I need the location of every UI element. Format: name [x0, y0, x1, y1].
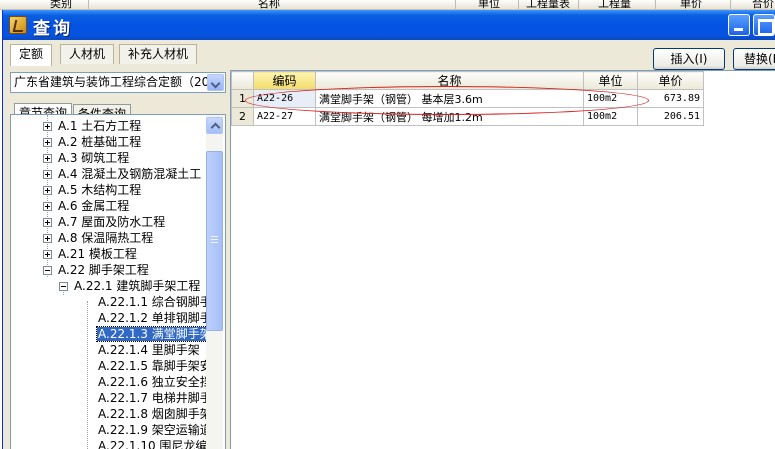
expand-icon[interactable] [43, 234, 52, 243]
tree-item-a22-1-1[interactable]: A.22.1.1 综合钢脚手 [97, 295, 213, 310]
scroll-up-icon[interactable] [206, 117, 223, 134]
tree-item-a8[interactable]: A.8 保温隔热工程 [43, 231, 154, 246]
bg-col-name: 名称 [258, 0, 280, 10]
scroll-thumb[interactable] [206, 151, 223, 331]
collapse-icon[interactable] [43, 266, 52, 275]
chevron-down-icon[interactable] [207, 74, 224, 91]
quota-grid: 编码 名称 单位 单价 1 A22-26 满堂脚手架（钢管） 基本层3.6m 1… [230, 70, 775, 449]
expand-icon[interactable] [43, 122, 52, 131]
tree-item-a22-1-4[interactable]: A.22.1.4 里脚手架 [97, 343, 201, 358]
bg-col-total: 合价 [752, 0, 774, 10]
cell-price[interactable]: 673.89 [637, 89, 704, 108]
cell-price[interactable]: 206.51 [637, 107, 704, 126]
cell-name[interactable]: 满堂脚手架（钢管） 每增加1.2m [315, 107, 584, 126]
quota-table: 编码 名称 单位 单价 1 A22-26 满堂脚手架（钢管） 基本层3.6m 1… [231, 71, 704, 126]
tree-item-a22-1-8[interactable]: A.22.1.8 烟囱脚手架 [97, 407, 213, 422]
collapse-icon[interactable] [59, 282, 68, 291]
tree-item-a21[interactable]: A.21 模板工程 [43, 247, 138, 262]
app-icon [9, 16, 27, 34]
tree-item-a22-1-5[interactable]: A.22.1.5 靠脚手架安 [97, 359, 213, 374]
tree-item-a2[interactable]: A.2 桩基础工程 [43, 135, 142, 150]
replace-button[interactable]: 替换(R [733, 48, 775, 70]
expand-icon[interactable] [43, 138, 52, 147]
expand-icon[interactable] [43, 154, 52, 163]
bg-col-qty-expr: 工程量表 [526, 0, 570, 10]
expand-icon[interactable] [43, 218, 52, 227]
tree-item-a5[interactable]: A.5 木结构工程 [43, 183, 142, 198]
bg-col-price: 单价 [680, 0, 702, 10]
query-dialog: 查询 定额 人材机 补充人材机 插入(I) 替换(R 广东省建筑与装饰工程综合定… [2, 10, 775, 449]
tree-scrollbar[interactable] [206, 115, 223, 449]
app-window: 类别 名称 单位 工程量表 工程量 单价 合价 查询 定额 人材机 补充人材机 … [0, 0, 775, 449]
bg-col-qty: 工程量 [598, 0, 631, 10]
tree-item-a22-1-9[interactable]: A.22.1.9 架空运输道 [97, 423, 213, 438]
row-number: 2 [231, 107, 254, 126]
tree-item-a22[interactable]: A.22 脚手架工程 [43, 263, 150, 278]
chapter-tree: A.1 土石方工程 A.2 桩基础工程 A.3 砌筑工程 A.4 混凝土及钢筋混… [10, 114, 226, 449]
tree-item-a22-1-10[interactable]: A.22.1.10 围尼龙编 [97, 439, 208, 449]
tab-labor-material-machine[interactable]: 人材机 [60, 44, 115, 64]
quota-library-value: 广东省建筑与装饰工程综合定额（2010 [14, 75, 225, 89]
title-bar[interactable]: 查询 [3, 10, 775, 40]
tree-item-a22-1-3[interactable]: A.22.1.3 满堂脚手架 [96, 326, 214, 342]
tree-item-a22-1-7[interactable]: A.22.1.7 电梯井脚手 [97, 391, 213, 406]
tab-supplementary-lmm[interactable]: 补充人材机 [119, 44, 198, 64]
quota-library-select[interactable]: 广东省建筑与装饰工程综合定额（2010 [10, 72, 226, 93]
table-row[interactable]: 1 A22-26 满堂脚手架（钢管） 基本层3.6m 100m2 673.89 [231, 89, 704, 108]
cell-code[interactable]: A22-26 [253, 89, 316, 108]
background-table-header: 类别 名称 单位 工程量表 工程量 单价 合价 [0, 0, 775, 10]
minimize-button[interactable] [728, 14, 750, 36]
tab-quota[interactable]: 定额 [10, 44, 53, 66]
cell-unit[interactable]: 100m2 [583, 107, 638, 126]
expand-icon[interactable] [43, 250, 52, 259]
table-row[interactable]: 2 A22-27 满堂脚手架（钢管） 每增加1.2m 100m2 206.51 [231, 107, 704, 126]
expand-icon[interactable] [43, 186, 52, 195]
cell-name[interactable]: 满堂脚手架（钢管） 基本层3.6m [315, 89, 584, 108]
tree-item-a6[interactable]: A.6 金属工程 [43, 199, 130, 214]
maximize-button[interactable] [753, 14, 775, 36]
expand-icon[interactable] [43, 202, 52, 211]
col-header-unit[interactable]: 单位 [583, 71, 638, 90]
expand-icon[interactable] [43, 170, 52, 179]
bg-col-category: 类别 [50, 0, 72, 10]
cell-unit[interactable]: 100m2 [583, 89, 638, 108]
bg-col-unit: 单位 [478, 0, 500, 10]
table-header-row: 编码 名称 单位 单价 [231, 71, 704, 90]
dialog-title: 查询 [33, 19, 73, 39]
tree-item-a3[interactable]: A.3 砌筑工程 [43, 151, 130, 166]
tree-item-a22-1-6[interactable]: A.22.1.6 独立安全挡 [97, 375, 213, 390]
col-header-code[interactable]: 编码 [253, 71, 316, 90]
insert-button[interactable]: 插入(I) [653, 48, 725, 70]
tree-item-a22-1-2[interactable]: A.22.1.2 单排钢脚手 [97, 311, 213, 326]
col-header-name[interactable]: 名称 [315, 71, 584, 90]
tree-item-a7[interactable]: A.7 屋面及防水工程 [43, 215, 166, 230]
tree-item-a22-1[interactable]: A.22.1 建筑脚手架工程 [59, 279, 201, 294]
cell-code[interactable]: A22-27 [253, 107, 316, 126]
col-header-price[interactable]: 单价 [637, 71, 704, 90]
tree-item-a4[interactable]: A.4 混凝土及钢筋混凝土工 [43, 167, 202, 182]
tree-item-a1[interactable]: A.1 土石方工程 [43, 119, 142, 134]
row-number: 1 [231, 89, 254, 108]
